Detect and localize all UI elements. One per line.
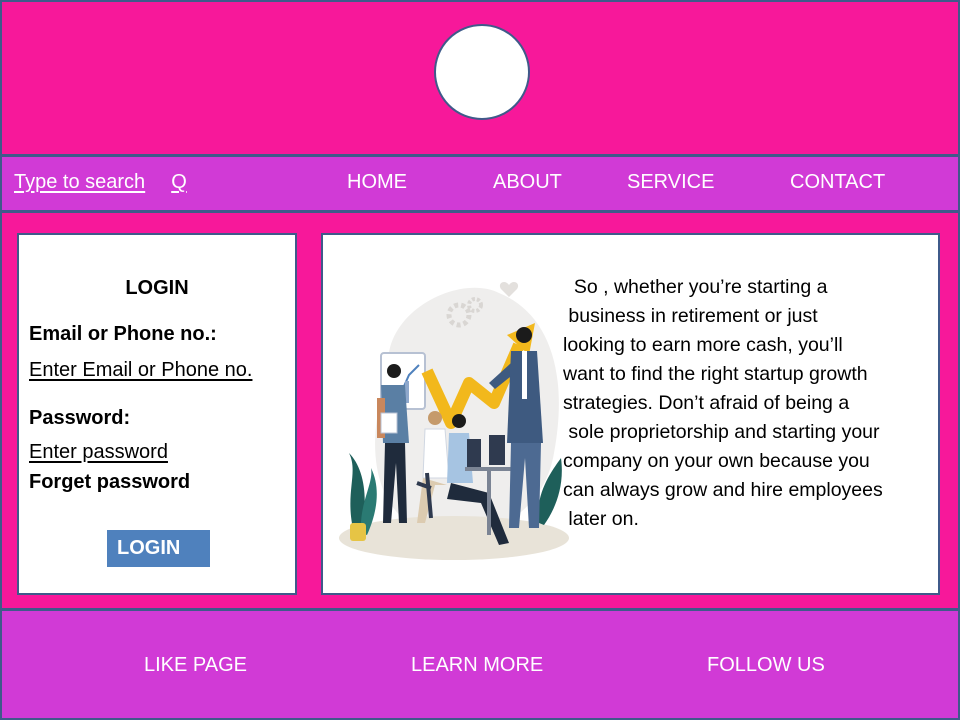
paragraph-line: later on. bbox=[563, 508, 639, 530]
nav-about[interactable]: ABOUT bbox=[493, 171, 562, 194]
email-field[interactable]: Enter Email or Phone no. bbox=[29, 359, 252, 382]
main-area: LOGIN Email or Phone no.: Enter Email or… bbox=[0, 211, 960, 610]
paragraph-line: business in retirement or just bbox=[563, 305, 818, 327]
paragraph-line: strategies. Don’t afraid of being a bbox=[563, 392, 850, 414]
footer-learn-more[interactable]: LEARN MORE bbox=[411, 654, 543, 677]
header bbox=[0, 0, 960, 156]
paragraph-line: want to find the right startup growth bbox=[563, 363, 868, 385]
intro-paragraph: So , whether you’re starting a business … bbox=[563, 273, 933, 534]
password-field[interactable]: Enter password bbox=[29, 441, 168, 464]
login-button[interactable]: LOGIN bbox=[107, 530, 210, 567]
paragraph-line: company on your own because you bbox=[563, 450, 870, 472]
logo-circle bbox=[434, 24, 530, 120]
paragraph-line: can always grow and hire employees bbox=[563, 479, 883, 501]
business-growth-illustration bbox=[339, 282, 569, 560]
forget-password-link[interactable]: Forget password bbox=[29, 471, 190, 494]
search-input[interactable]: Type to search Q bbox=[14, 171, 187, 194]
nav-contact[interactable]: CONTACT bbox=[790, 171, 885, 194]
footer: LIKE PAGE LEARN MORE FOLLOW US bbox=[0, 609, 960, 720]
content-card: So , whether you’re starting a business … bbox=[321, 233, 940, 595]
password-label: Password: bbox=[29, 407, 131, 429]
nav-home[interactable]: HOME bbox=[347, 171, 407, 194]
nav-service[interactable]: SERVICE bbox=[627, 171, 714, 194]
search-placeholder: Type to search bbox=[14, 171, 146, 193]
email-label: Email or Phone no.: bbox=[29, 323, 217, 345]
footer-follow-us[interactable]: FOLLOW US bbox=[707, 654, 825, 677]
paragraph-line: So , whether you’re starting a bbox=[563, 276, 828, 298]
login-title: LOGIN bbox=[125, 277, 189, 299]
paragraph-line: looking to earn more cash, you’ll bbox=[563, 334, 843, 356]
login-card: LOGIN Email or Phone no.: Enter Email or… bbox=[17, 233, 297, 595]
search-icon[interactable]: Q bbox=[171, 171, 187, 193]
paragraph-line: sole proprietorship and starting your bbox=[563, 421, 880, 443]
nav-bar: Type to search Q HOME ABOUT SERVICE CONTA… bbox=[0, 155, 960, 212]
footer-like-page[interactable]: LIKE PAGE bbox=[144, 654, 247, 677]
